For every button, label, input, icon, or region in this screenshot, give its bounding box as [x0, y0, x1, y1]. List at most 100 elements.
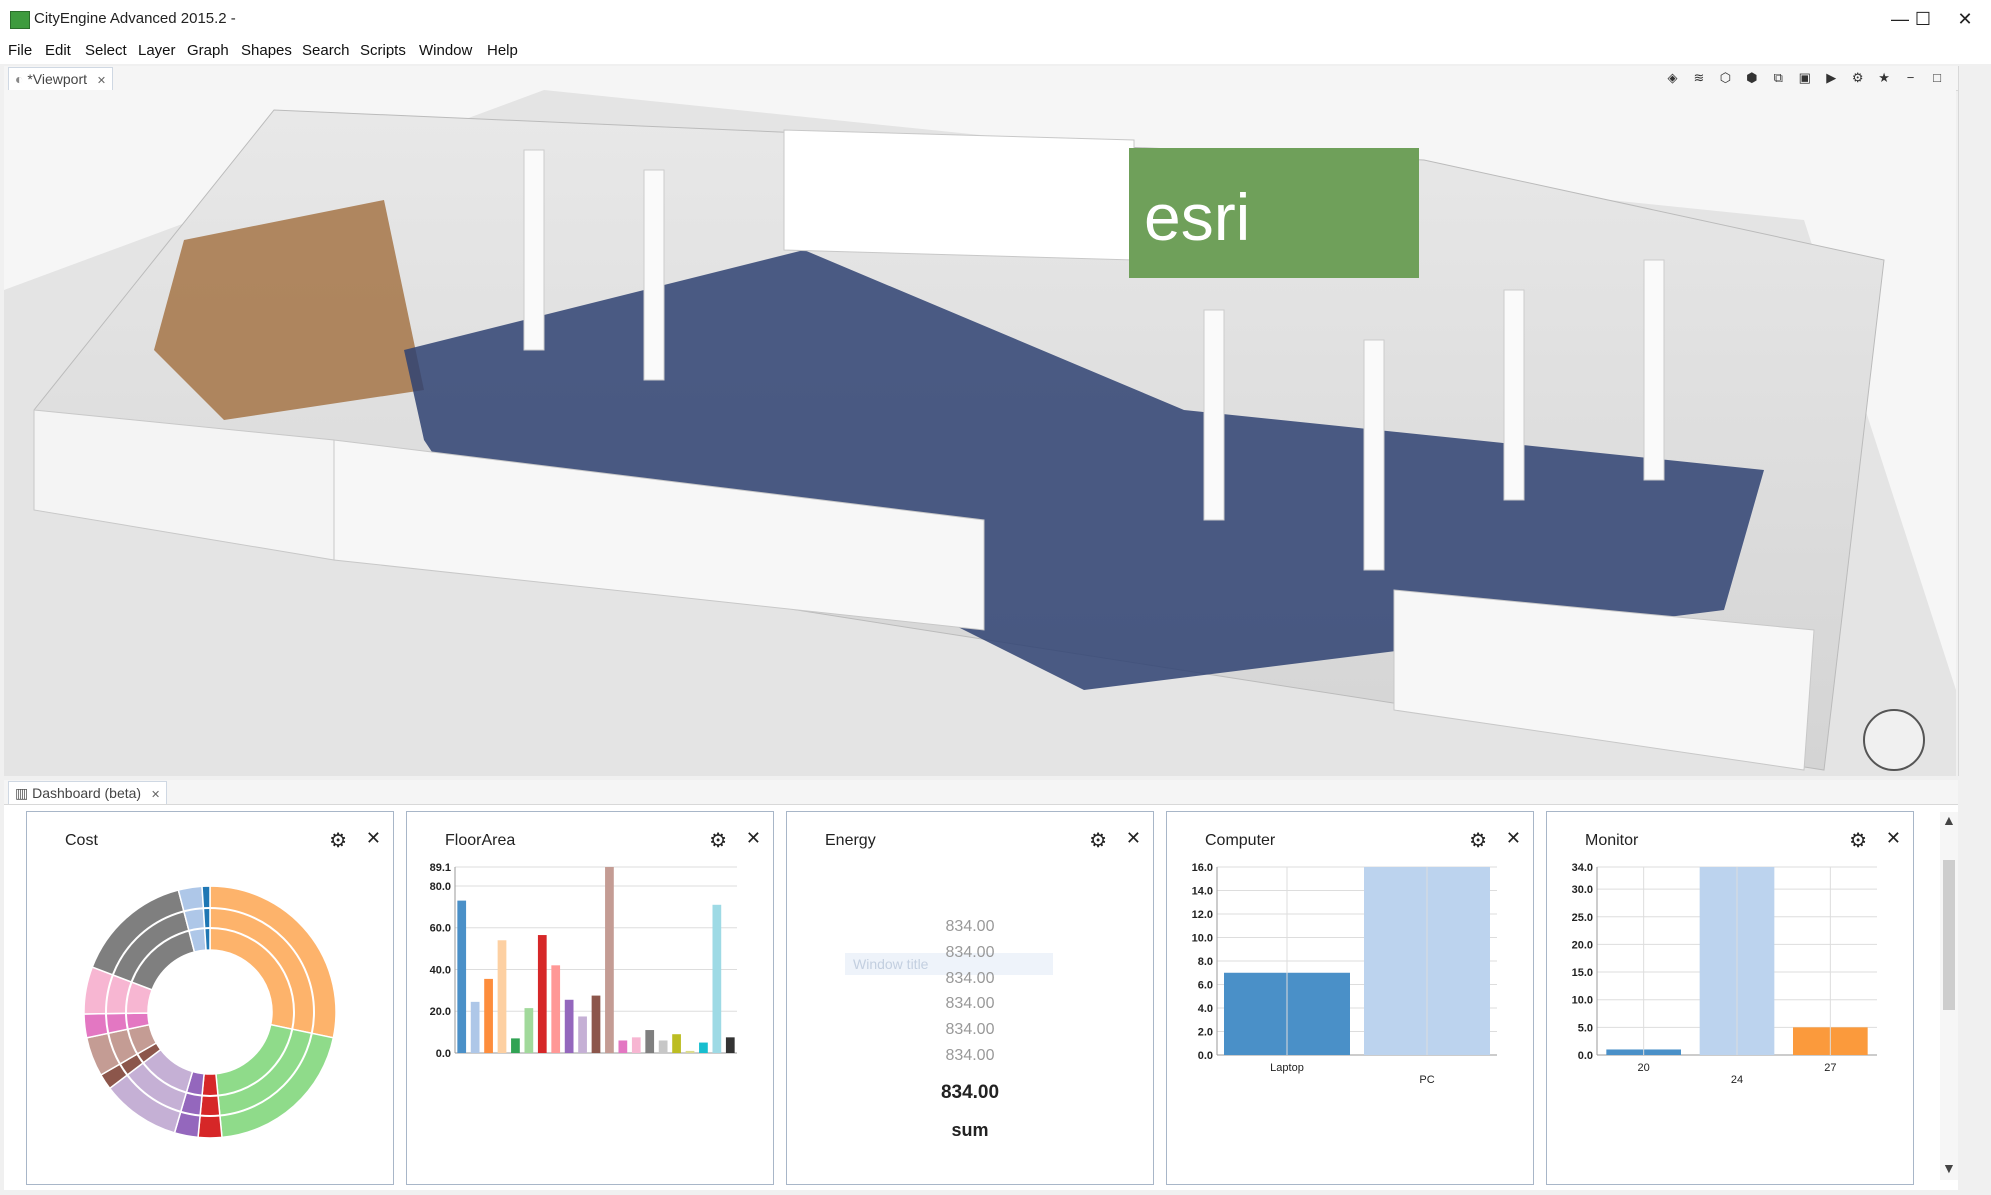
scroll-thumb[interactable]: [1943, 860, 1955, 1010]
screenshot-icon[interactable]: ▣: [1795, 68, 1815, 88]
bar: [712, 904, 722, 1053]
wireframe-icon[interactable]: ◈: [1662, 68, 1682, 88]
card-monitor: Monitor ⚙ ✕ 0.0 5.0 10.0 15.0 20.0 25.0 30.0 34…: [1546, 811, 1914, 1185]
y-tick-label: 14.0: [1192, 886, 1213, 898]
close-button[interactable]: ✕: [1942, 4, 1988, 34]
esri-logo: esri: [1144, 180, 1250, 254]
viewport-3d-scene[interactable]: esri: [4, 90, 1956, 776]
dashboard-panel: Cost ⚙ ✕ FloorArea ⚙ ✕ 0.0 20.0 40.0 60.0 80…: [4, 805, 1958, 1190]
y-tick-label: 12.0: [1192, 909, 1213, 921]
y-tick-label: 20.0: [1572, 939, 1593, 951]
y-tick-label: 15.0: [1572, 967, 1593, 979]
maximize-view-icon[interactable]: □: [1927, 68, 1947, 88]
menu-file[interactable]: File: [8, 42, 32, 59]
donut-hole: [148, 950, 272, 1074]
y-tick-label: 5.0: [1578, 1022, 1593, 1034]
app-icon: [10, 11, 30, 29]
bar: [470, 1001, 480, 1053]
y-tick-label: 0.0: [1198, 1050, 1213, 1062]
camera-icon[interactable]: ▶: [1821, 68, 1841, 88]
y-tick-label: 0.0: [436, 1048, 451, 1060]
tab-dashboard[interactable]: ▥ Dashboard (beta) ✕: [8, 781, 168, 804]
compass-icon: [1863, 709, 1925, 771]
chart-icon: ▥: [15, 785, 29, 801]
y-tick-label: 8.0: [1198, 956, 1213, 968]
close-icon[interactable]: ✕: [151, 789, 160, 801]
menu-scripts[interactable]: Scripts: [360, 42, 406, 59]
bar: [524, 1008, 534, 1053]
bar: [672, 1034, 681, 1053]
menu-layer[interactable]: Layer: [138, 42, 176, 59]
window-title: CityEngine Advanced 2015.2 -: [34, 10, 236, 27]
tab-viewport[interactable]: ◐ *Viewport ✕: [8, 67, 114, 90]
solid-cube-icon[interactable]: ⬢: [1742, 68, 1762, 88]
minimize-view-icon[interactable]: −: [1901, 68, 1921, 88]
menu-edit[interactable]: Edit: [45, 42, 71, 59]
card-floorarea: FloorArea ⚙ ✕ 0.0 20.0 40.0 60.0 80.0 89.1: [406, 811, 774, 1185]
bar: [551, 965, 561, 1053]
card-title: Energy: [825, 832, 876, 849]
x-tick-label: Laptop: [1270, 1062, 1304, 1074]
star-icon[interactable]: ★: [1874, 68, 1894, 88]
dashboard-scrollbar[interactable]: ▲ ▼: [1940, 812, 1958, 1180]
viewport-toolbar: ◈ ≋ ⬡ ⬢ ⧉ ▣ ▶ ⚙ ★ − □: [1661, 66, 1948, 90]
scroll-down-icon[interactable]: ▼: [1942, 1160, 1956, 1176]
energy-value: 834.00: [945, 1047, 995, 1064]
cube-icon[interactable]: ⬡: [1715, 68, 1735, 88]
menu-help[interactable]: Help: [487, 42, 518, 59]
energy-value: 834.00: [945, 918, 995, 935]
card-computer: Computer ⚙ ✕ 0.0 2.0 4.0 6.0 8.0 10.0 12.0 14.0…: [1166, 811, 1534, 1185]
bar: [631, 1037, 641, 1053]
cost-sunburst-chart[interactable]: [27, 812, 393, 1184]
close-icon[interactable]: ✕: [97, 75, 106, 87]
bar: [511, 1038, 520, 1053]
maximize-button[interactable]: ☐: [1900, 4, 1946, 34]
x-tick-label: 24: [1731, 1074, 1743, 1086]
x-tick-label: PC: [1419, 1074, 1434, 1086]
side-toolbar: [1958, 66, 1991, 776]
energy-value: 834.00: [945, 944, 995, 961]
bar: [578, 1016, 587, 1053]
floorarea-bar-chart[interactable]: 0.0 20.0 40.0 60.0 80.0 89.1: [407, 812, 773, 1184]
y-tick-label: 30.0: [1572, 884, 1593, 896]
bar: [658, 1040, 668, 1053]
computer-bar-chart[interactable]: 0.0 2.0 4.0 6.0 8.0 10.0 12.0 14.0 16.0 Laptop PC: [1167, 812, 1533, 1184]
bar: [605, 867, 614, 1053]
y-tick-label: 2.0: [1198, 1027, 1213, 1039]
card-cost: Cost ⚙ ✕: [26, 811, 394, 1185]
y-tick-label: 80.0: [430, 881, 451, 893]
menu-window[interactable]: Window: [419, 42, 472, 59]
bar: [564, 999, 574, 1053]
y-tick-label: 4.0: [1198, 1003, 1213, 1015]
dashboard-tab-bar: ▥ Dashboard (beta) ✕: [4, 780, 1958, 805]
viewport-icon: ◐: [15, 71, 24, 87]
close-icon[interactable]: ✕: [1126, 828, 1141, 849]
menu-select[interactable]: Select: [85, 42, 127, 59]
y-tick-label: 10.0: [1192, 933, 1213, 945]
menu-search[interactable]: Search: [302, 42, 350, 59]
layers-icon[interactable]: ≋: [1689, 68, 1709, 88]
gear-icon[interactable]: ⚙: [1848, 68, 1868, 88]
y-tick-label: 20.0: [430, 1006, 451, 1018]
y-tick-label: 25.0: [1572, 912, 1593, 924]
energy-sum-label: sum: [951, 1120, 989, 1140]
bar: [497, 940, 507, 1053]
energy-value: 834.00: [945, 970, 995, 987]
y-tick-label: 6.0: [1198, 980, 1213, 992]
menu-graph[interactable]: Graph: [187, 42, 229, 59]
bar: [537, 935, 547, 1053]
scroll-up-icon[interactable]: ▲: [1942, 812, 1956, 828]
x-tick-label: 27: [1824, 1062, 1836, 1074]
bar: [725, 1037, 735, 1053]
menu-shapes[interactable]: Shapes: [241, 42, 292, 59]
title-bar: CityEngine Advanced 2015.2 - — ☐ ✕: [0, 0, 1991, 38]
bar: [645, 1030, 655, 1053]
card-energy: Energy ⚙ ✕ Window title 834.00 834.00 83…: [786, 811, 1154, 1185]
monitor-bar-chart[interactable]: 0.0 5.0 10.0 15.0 20.0 25.0 30.0 34.0 20 24 27: [1547, 812, 1913, 1184]
y-tick-label: 60.0: [430, 923, 451, 935]
y-tick-label: 34.0: [1572, 862, 1593, 874]
camera-group-icon[interactable]: ⧉: [1768, 68, 1788, 88]
dashboard-tab-label: Dashboard (beta): [32, 785, 142, 801]
gear-icon[interactable]: ⚙: [1089, 828, 1107, 853]
bar: [685, 1050, 695, 1053]
